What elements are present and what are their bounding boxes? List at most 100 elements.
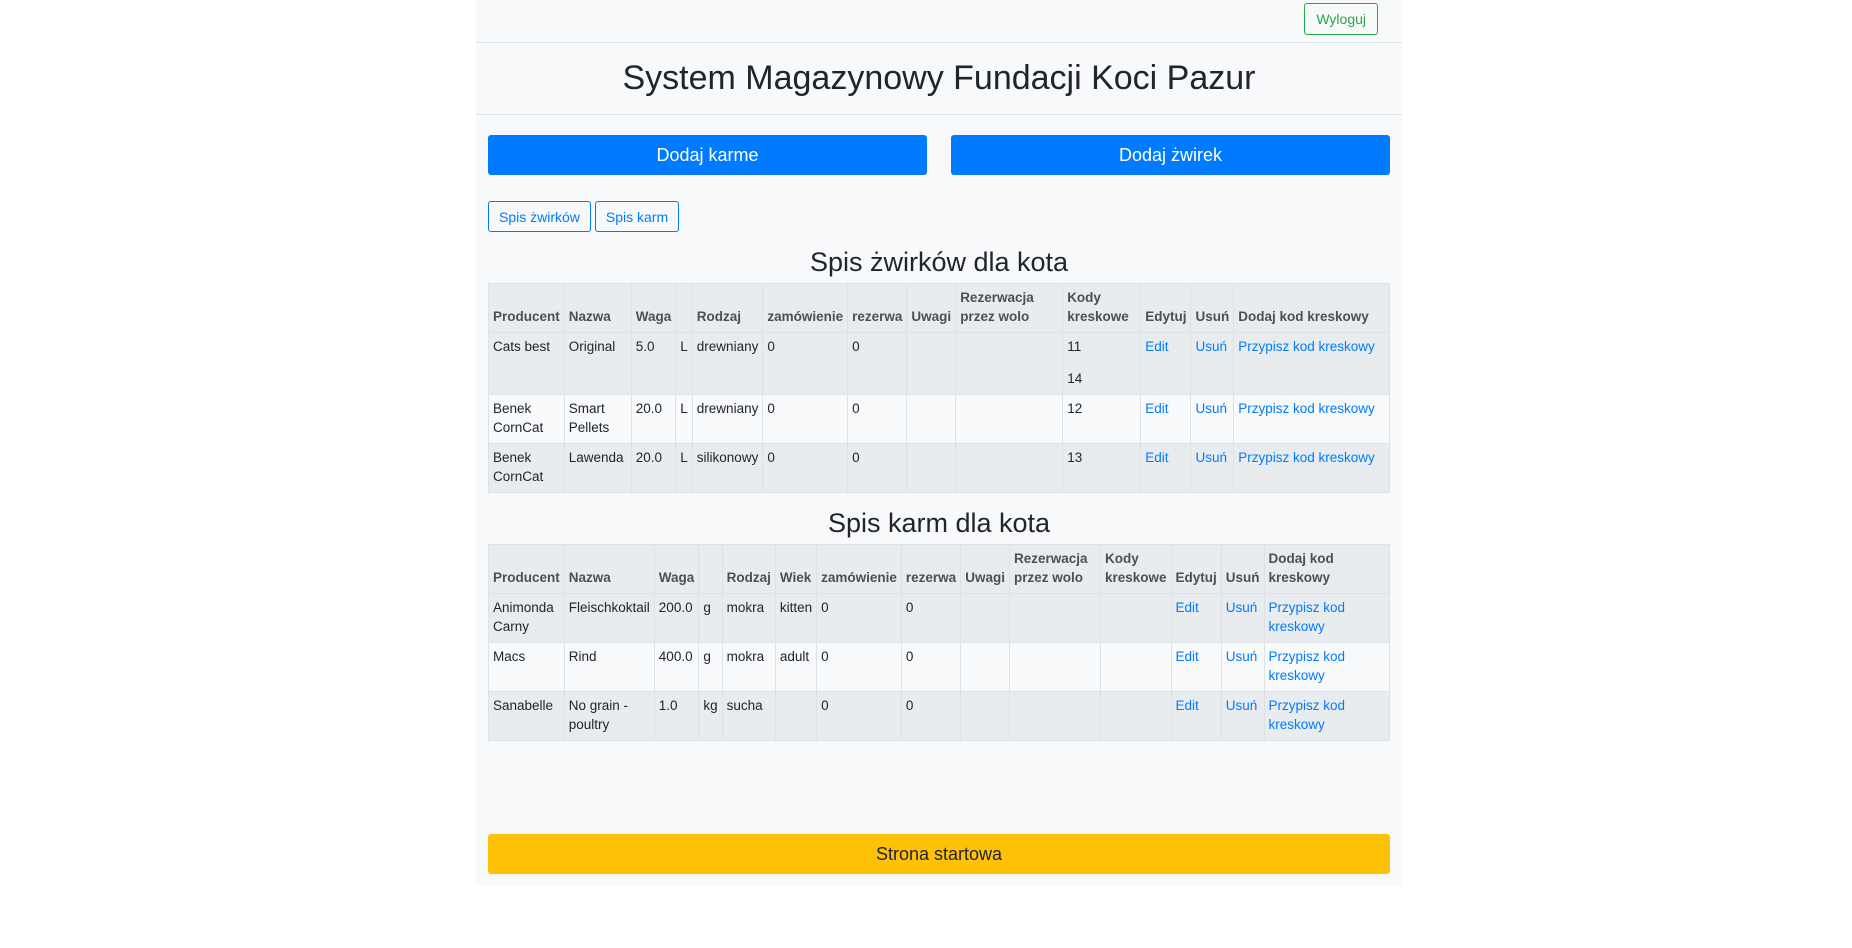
delete-link[interactable]: Usuń: [1195, 339, 1227, 354]
home-button[interactable]: Strona startowa: [488, 834, 1390, 874]
cell-volunteer: [955, 443, 1064, 493]
cell-notes: [906, 332, 957, 395]
assign-barcode-link[interactable]: Przypisz kod kreskowy: [1269, 698, 1346, 732]
cell-age: kitten: [774, 593, 818, 643]
add-food-button[interactable]: Dodaj karme: [488, 135, 927, 175]
column-header: [698, 544, 723, 594]
edit-link[interactable]: Edit: [1145, 450, 1168, 465]
edit-link[interactable]: Edit: [1176, 600, 1199, 615]
column-header: Edytuj: [1140, 283, 1192, 333]
barcode-value: 11: [1067, 339, 1082, 354]
assign-barcode-link[interactable]: Przypisz kod kreskowy: [1238, 401, 1375, 416]
cell-type: sucha: [721, 691, 776, 741]
cell-reserve: 0: [847, 394, 908, 444]
cell-weight: 20.0: [630, 443, 677, 493]
litter-table-body: Cats best Original 5.0 Ldrewniany 0 0 11 14 Edit…: [488, 332, 1390, 493]
cell-weight: 20.0: [630, 394, 677, 444]
food-table-row: Macs Rind 400.0 g mokra adult 0 0 Edit Usuń Przypi…: [488, 642, 1391, 692]
cell-add_code: Przypisz kod kreskowy: [1263, 642, 1391, 692]
column-header: Rodzaj: [721, 544, 776, 594]
delete-link[interactable]: Usuń: [1195, 450, 1227, 465]
cell-codes: 13: [1062, 443, 1142, 493]
cell-name: Lawenda: [563, 443, 632, 493]
column-header: Producent: [488, 283, 565, 333]
cell-delete: Usuń: [1190, 332, 1235, 395]
cell-add_code: Przypisz kod kreskowy: [1233, 443, 1390, 493]
cell-type: drewniany: [691, 394, 764, 444]
column-header: zamówienie: [816, 544, 902, 594]
column-header: Edytuj: [1170, 544, 1222, 594]
delete-link[interactable]: Usuń: [1226, 649, 1258, 664]
cell-producer: Benek CornCat: [488, 394, 565, 444]
column-header: Rezerwacja przez wolo: [1008, 544, 1101, 594]
litter-table-header: Producent Nazwa Waga Rodzaj zamówienie rezerw…: [488, 283, 1390, 333]
edit-link[interactable]: Edit: [1176, 698, 1199, 713]
delete-link[interactable]: Usuń: [1195, 401, 1227, 416]
page-title: System Magazynowy Fundacji Koci Pazur: [622, 59, 1256, 97]
cell-add_code: Przypisz kod kreskowy: [1233, 332, 1390, 395]
cell-codes: 12: [1062, 394, 1142, 444]
list-filters: Spis żwirków Spis karm: [476, 201, 1402, 232]
barcode-value: 12: [1067, 401, 1083, 416]
top-bar: Wyloguj: [476, 0, 1402, 43]
add-litter-button[interactable]: Dodaj żwirek: [951, 135, 1390, 175]
cell-unit: g: [698, 593, 723, 643]
cell-codes: [1099, 642, 1172, 692]
cell-add_code: Przypisz kod kreskowy: [1263, 691, 1391, 741]
cell-reserve: 0: [847, 443, 908, 493]
assign-barcode-link[interactable]: Przypisz kod kreskowy: [1269, 649, 1346, 683]
litter-table: Producent Nazwa Waga Rodzaj zamówienie rezerw…: [488, 283, 1390, 493]
food-table-row: Sanabelle No grain - poultry 1.0 kg sucha 0 0 E…: [488, 691, 1391, 741]
cell-codes: [1099, 691, 1172, 741]
litter-table-row: Benek CornCat Lawenda 20.0 Lsilikonowy 0 0 13 E…: [488, 443, 1390, 493]
cell-delete: Usuń: [1190, 394, 1235, 444]
column-header: [675, 283, 693, 333]
delete-link[interactable]: Usuń: [1226, 600, 1258, 615]
cell-reserve: 0: [900, 642, 962, 692]
cell-type: drewniany: [691, 332, 764, 395]
cell-add_code: Przypisz kod kreskowy: [1263, 593, 1391, 643]
assign-barcode-link[interactable]: Przypisz kod kreskowy: [1269, 600, 1346, 634]
column-header: Waga: [630, 283, 677, 333]
cell-codes: 11 14: [1062, 332, 1142, 395]
cell-age: [774, 691, 818, 741]
food-table-body: Animonda Carny Fleischkoktail 200.0 g mokra k…: [488, 593, 1391, 741]
logout-button[interactable]: Wyloguj: [1304, 3, 1378, 35]
column-header: zamówienie: [762, 283, 849, 333]
food-list-button[interactable]: Spis karm: [594, 201, 680, 232]
column-header: Nazwa: [563, 283, 632, 333]
cell-order: 0: [816, 593, 902, 643]
cell-codes: [1099, 593, 1172, 643]
cell-name: Original: [563, 332, 632, 395]
cell-weight: 5.0: [630, 332, 677, 395]
cell-producer: Animonda Carny: [488, 593, 565, 643]
cell-weight: 1.0: [653, 691, 700, 741]
assign-barcode-link[interactable]: Przypisz kod kreskowy: [1238, 450, 1375, 465]
cell-unit: g: [698, 642, 723, 692]
litter-list-button[interactable]: Spis żwirków: [488, 201, 591, 232]
edit-link[interactable]: Edit: [1145, 339, 1168, 354]
edit-link[interactable]: Edit: [1145, 401, 1168, 416]
cell-notes: [960, 593, 1010, 643]
delete-link[interactable]: Usuń: [1226, 698, 1258, 713]
cell-reserve: 0: [900, 691, 962, 741]
column-header: Dodaj kod kreskowy: [1233, 283, 1390, 333]
barcode-value: 14: [1067, 371, 1083, 386]
cell-volunteer: [1008, 691, 1101, 741]
cell-edit: Edit: [1170, 691, 1222, 741]
assign-barcode-link[interactable]: Przypisz kod kreskowy: [1238, 339, 1375, 354]
cell-order: 0: [762, 394, 849, 444]
cell-delete: Usuń: [1190, 443, 1235, 493]
title-bar: System Magazynowy Fundacji Koci Pazur: [476, 43, 1402, 115]
cell-order: 0: [816, 691, 902, 741]
cell-order: 0: [762, 332, 849, 395]
litter-table-title: Spis żwirków dla kota: [809, 247, 1069, 277]
cell-reserve: 0: [900, 593, 962, 643]
cell-weight: 400.0: [653, 642, 700, 692]
cell-notes: [906, 394, 957, 444]
column-header: rezerwa: [847, 283, 908, 333]
food-table-header: Producent Nazwa Waga Rodzaj Wiek zamówienie re…: [488, 544, 1391, 594]
cell-unit: L: [675, 332, 693, 395]
cell-delete: Usuń: [1220, 691, 1265, 741]
edit-link[interactable]: Edit: [1176, 649, 1199, 664]
